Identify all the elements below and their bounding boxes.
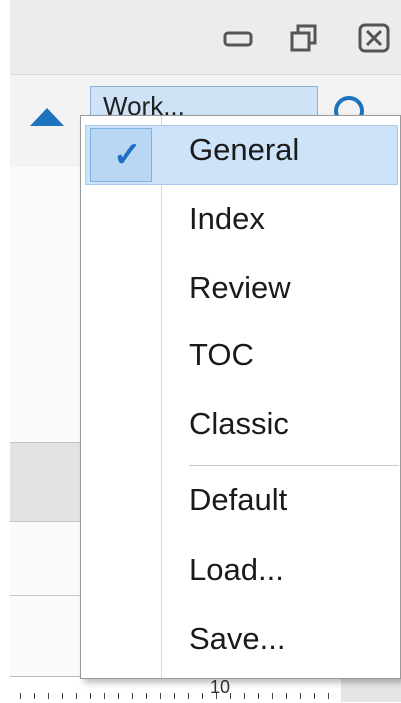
menu-separator (189, 465, 399, 466)
menu-item-label: Save... (189, 621, 286, 656)
scroll-corner (341, 676, 401, 702)
menu-item-label: General (189, 132, 300, 167)
menu-item-label: Index (189, 201, 265, 236)
close-icon[interactable] (354, 20, 394, 56)
ruler-number: 10 (210, 677, 231, 697)
workspace-dropdown-menu: ✓ General Index Review TOC Classic Defau… (80, 115, 401, 679)
menu-item-label: Review (189, 270, 291, 305)
menu-item-toc[interactable]: TOC (81, 325, 400, 389)
menu-item-save[interactable]: Save... (81, 609, 400, 673)
menu-item-label: Classic (189, 406, 289, 441)
restore-icon[interactable] (286, 20, 322, 56)
menu-item-label: TOC (189, 337, 254, 372)
menu-item-review[interactable]: Review (81, 258, 400, 322)
menu-item-label: Load... (189, 552, 284, 587)
menu-item-general[interactable]: ✓ General (81, 120, 400, 185)
checkmark-box: ✓ (90, 128, 152, 182)
menu-item-load[interactable]: Load... (81, 540, 400, 604)
menu-item-label: Default (189, 482, 288, 517)
menu-item-default[interactable]: Default (81, 470, 400, 534)
menu-item-index[interactable]: Index (81, 189, 400, 253)
menu-item-classic[interactable]: Classic (81, 394, 400, 458)
collapse-ribbon-arrow-icon[interactable] (30, 108, 64, 126)
minimize-icon[interactable] (220, 26, 256, 52)
title-bar (10, 0, 401, 74)
checkmark-icon: ✓ (113, 136, 142, 174)
panel-band (10, 442, 90, 522)
ruler-ticks (20, 693, 351, 699)
side-panel (10, 167, 90, 702)
window-edge (0, 0, 10, 702)
panel-divider (10, 595, 90, 596)
